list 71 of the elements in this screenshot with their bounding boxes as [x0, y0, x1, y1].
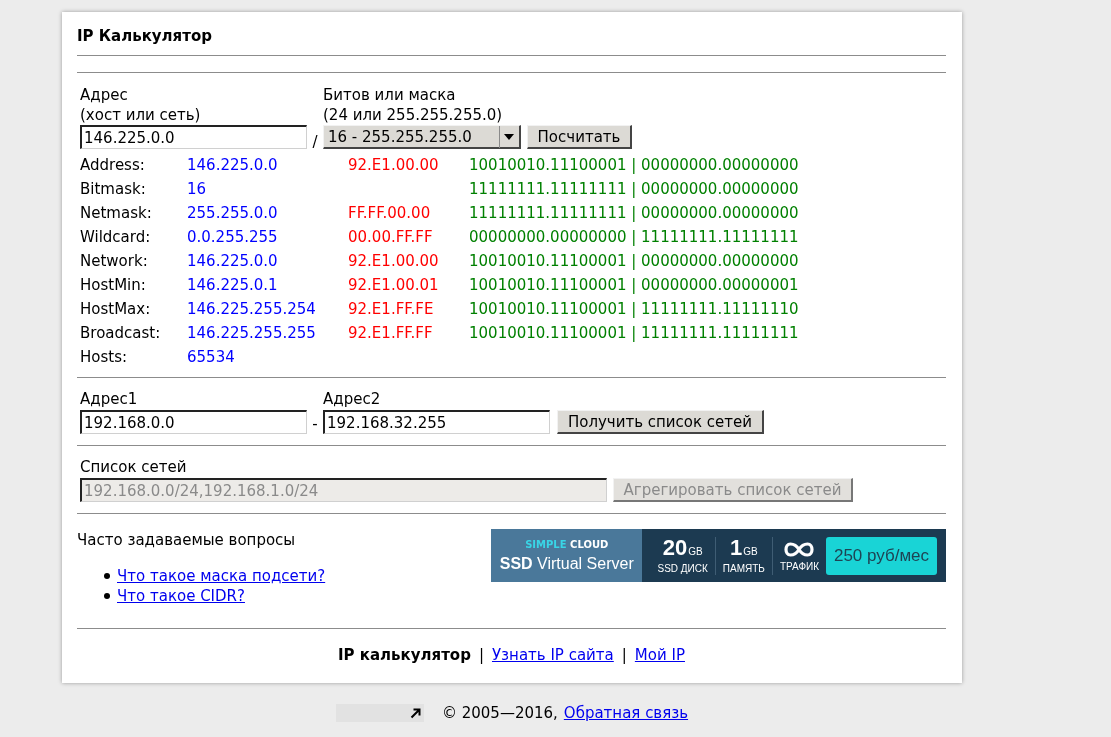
copyright-text: © 2005—2016,: [441, 703, 558, 723]
binary-value: 10010010.11100001 | 00000000.00000001: [469, 275, 799, 295]
bullet-icon: [104, 593, 110, 599]
decimal-value: 146.225.0.0: [187, 155, 278, 175]
address2-label: Адрес2: [323, 389, 381, 410]
binary-value: 11111111.11111111 | 00000000.00000000: [469, 203, 799, 223]
brand-logo: SIMPLE CLOUD: [525, 538, 609, 551]
get-networks-button[interactable]: Получить список сетей: [557, 410, 764, 434]
spec-amount: 20GB: [662, 536, 703, 562]
binary-value: 10010010.11100001 | 00000000.00000000: [469, 251, 799, 271]
spec-amount: 1GB: [730, 536, 758, 562]
decimal-value: 146.225.0.1: [187, 275, 278, 295]
binary-value: 10010010.11100001 | 11111111.11111111: [469, 323, 799, 343]
hex-value: 00.00.FF.FF: [348, 227, 433, 247]
address1-label: Адрес1: [80, 389, 138, 410]
decimal-value: 146.225.255.255: [187, 323, 316, 343]
address1-input[interactable]: 192.168.0.0: [80, 410, 307, 434]
decimal-value: 16: [187, 179, 207, 199]
result-label: HostMax:: [80, 299, 151, 319]
page-title: IP Калькулятор: [77, 26, 212, 46]
nav-separator: |: [621, 645, 627, 665]
binary-value: 10010010.11100001 | 11111111.11111110: [469, 299, 799, 319]
hex-value: 92.E1.00.00: [348, 251, 439, 271]
networks-label: Список сетей: [80, 457, 187, 478]
result-label: HostMin:: [80, 275, 146, 295]
address-hint: (хост или сеть): [80, 105, 201, 125]
calculate-button[interactable]: Посчитать: [527, 125, 632, 149]
spec-label: SSD ДИСК: [657, 562, 708, 575]
footer-link[interactable]: IP калькулятор: [338, 645, 471, 665]
result-label: Network:: [80, 251, 148, 271]
decimal-value: 255.255.0.0: [187, 203, 278, 223]
range-separator: -: [311, 414, 319, 434]
decimal-value: 146.225.0.0: [187, 251, 278, 271]
infinity-icon: [784, 541, 815, 557]
decimal-value: 0.0.255.255: [187, 227, 278, 247]
mask-separator: /: [311, 132, 319, 152]
hex-value: 92.E1.00.01: [348, 275, 439, 295]
address-label: Адрес: [80, 85, 128, 105]
hex-value: 92.E1.FF.FF: [348, 323, 433, 343]
hex-value: 92.E1.00.00: [348, 155, 439, 175]
mask-label: Битов или маска: [323, 85, 456, 105]
price-tag: 250 руб/мес: [826, 536, 937, 575]
mask-select[interactable]: 16 - 255.255.255.0: [323, 125, 521, 149]
address2-input[interactable]: 192.168.32.255: [323, 410, 550, 434]
result-label: Bitmask:: [80, 179, 146, 199]
result-label: Hosts:: [80, 347, 128, 367]
faq-link[interactable]: Что такое CIDR?: [117, 586, 245, 606]
binary-value: 00000000.00000000 | 11111111.11111111: [469, 227, 799, 247]
faq-heading: Часто задаваемые вопросы: [77, 530, 296, 550]
hex-value: 92.E1.FF.FE: [348, 299, 434, 319]
result-label: Broadcast:: [80, 323, 161, 343]
footer-link[interactable]: Узнать IP сайта: [491, 645, 614, 665]
mask-hint: (24 или 255.255.255.0): [323, 105, 503, 125]
product-name: SSD Virtual Server: [499, 553, 634, 573]
bullet-icon: [104, 573, 110, 579]
hex-value: FF.FF.00.00: [348, 203, 431, 223]
binary-value: 11111111.11111111 | 00000000.00000000: [469, 179, 799, 199]
address-input[interactable]: 146.225.0.0: [80, 125, 307, 149]
binary-value: 10010010.11100001 | 00000000.00000000: [469, 155, 799, 175]
faq-link[interactable]: Что такое маска подсети?: [117, 566, 326, 586]
arrow-icon: [409, 707, 421, 719]
result-label: Netmask:: [80, 203, 152, 223]
decimal-value: 65534: [187, 347, 235, 367]
feedback-link[interactable]: Обратная связь: [563, 703, 689, 723]
decimal-value: 146.225.255.254: [187, 299, 316, 319]
spec-label: ТРАФИК: [779, 560, 819, 573]
result-label: Wildcard:: [80, 227, 151, 247]
result-label: Address:: [80, 155, 145, 175]
nav-separator: |: [478, 645, 484, 665]
footer-link[interactable]: Мой IP: [634, 645, 685, 665]
spec-label: ПАМЯТЬ: [722, 562, 765, 575]
